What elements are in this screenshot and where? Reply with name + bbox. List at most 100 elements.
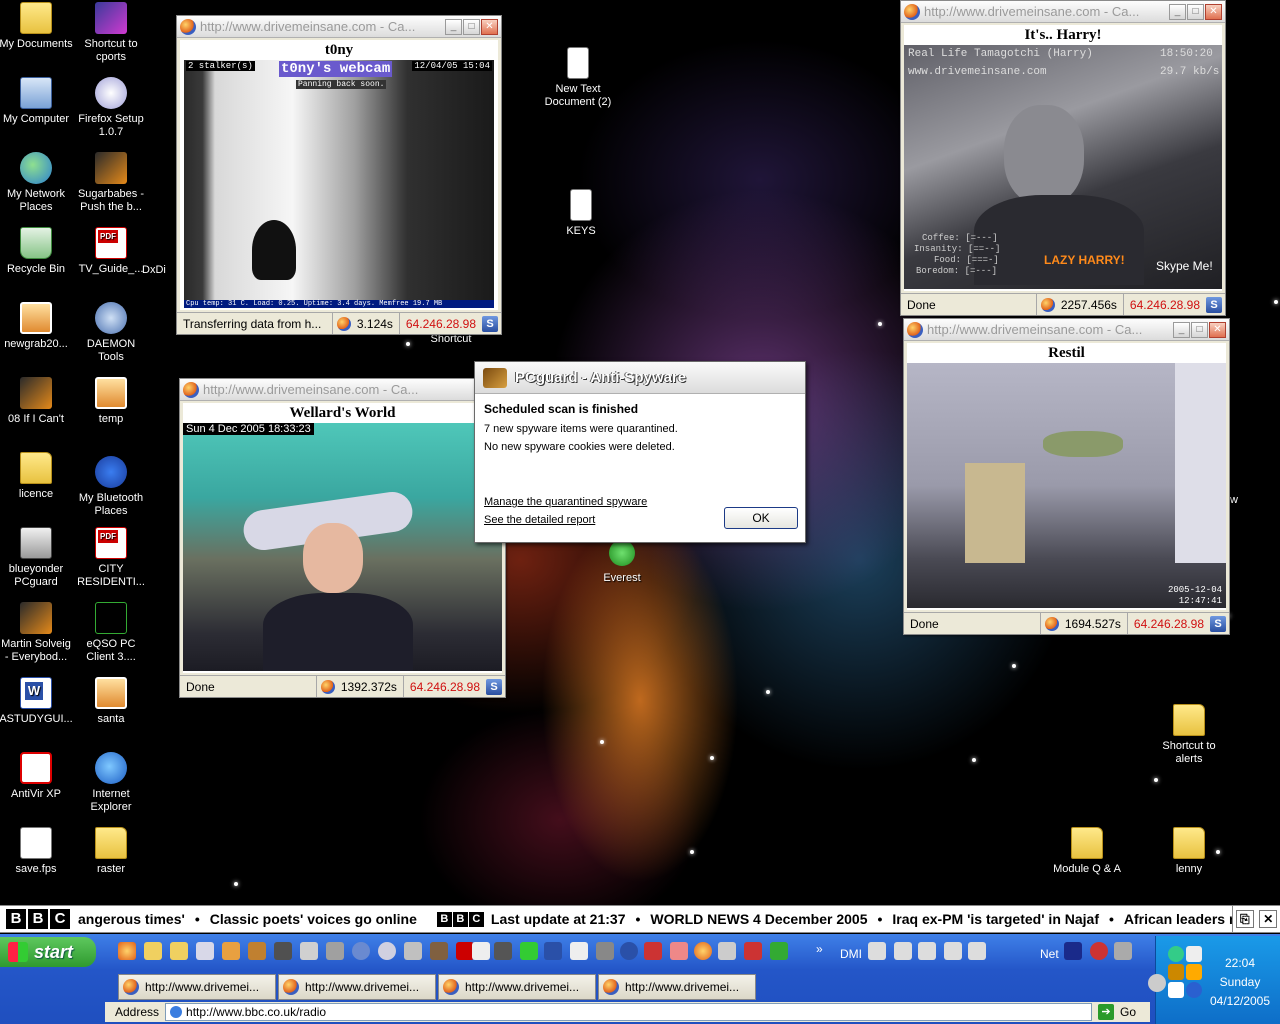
start-button[interactable]: start: [0, 937, 96, 967]
dmi-item-icon[interactable]: [894, 942, 912, 960]
quicklaunch-word-icon[interactable]: [544, 942, 562, 960]
desktop-icon-daemon-tools[interactable]: DAEMON Tools: [73, 302, 149, 364]
desktop-icon-raster[interactable]: raster: [73, 827, 149, 876]
quicklaunch-app-icon[interactable]: [300, 942, 318, 960]
detailed-report-link[interactable]: See the detailed report: [484, 514, 595, 526]
tray-app-icon[interactable]: [1168, 982, 1184, 998]
go-button[interactable]: ➔ Go: [1092, 1004, 1150, 1020]
desktop-icon-08-if-i-cant[interactable]: 08 If I Can't: [0, 377, 74, 426]
desktop-icon-temp[interactable]: temp: [73, 377, 149, 426]
quicklaunch-app-icon[interactable]: [404, 942, 422, 960]
desktop-icon-my-computer[interactable]: My Computer: [0, 77, 74, 126]
quicklaunch-firefox-icon[interactable]: [694, 942, 712, 960]
quicklaunch-folder-icon[interactable]: [144, 942, 162, 960]
bbc-news-ticker[interactable]: BBC angerous times' • Classic poets' voi…: [0, 905, 1280, 933]
taskbar-button-firefox[interactable]: http://www.drivemei...: [598, 974, 756, 1000]
desktop-icon-city-residenti[interactable]: CITY RESIDENTI...: [73, 527, 149, 589]
dialog-header[interactable]: PCguard - Anti-Spyware: [475, 362, 805, 394]
tray-bluetooth-icon[interactable]: [1186, 982, 1202, 998]
quicklaunch-app-icon[interactable]: [744, 942, 762, 960]
desktop-icon-save-fps[interactable]: save.fps: [0, 827, 74, 876]
address-input[interactable]: http://www.bbc.co.uk/radio: [165, 1003, 1092, 1021]
quicklaunch-app-icon[interactable]: [494, 942, 512, 960]
minimize-button[interactable]: _: [445, 18, 462, 35]
desktop-icon-internet-explorer[interactable]: Internet Explorer: [73, 752, 149, 814]
quicklaunch-app-icon[interactable]: [248, 942, 266, 960]
title-bar[interactable]: http://www.drivemeinsane.com - Ca... _: [180, 379, 505, 401]
maximize-button[interactable]: □: [463, 18, 480, 35]
taskbar-button-firefox[interactable]: http://www.drivemei...: [438, 974, 596, 1000]
desktop-icon-everest[interactable]: Everest: [584, 540, 660, 585]
quicklaunch-app-icon[interactable]: [430, 942, 448, 960]
clock[interactable]: 22:04 Sunday 04/12/2005: [1204, 954, 1276, 1011]
chevron-right-icon[interactable]: »: [816, 942, 823, 956]
taskbar-button-firefox[interactable]: http://www.drivemei...: [278, 974, 436, 1000]
quicklaunch-app-icon[interactable]: [596, 942, 614, 960]
ticker-options-icon[interactable]: ⎘: [1235, 910, 1254, 928]
close-button[interactable]: ✕: [1205, 3, 1222, 20]
maximize-button[interactable]: □: [1191, 321, 1208, 338]
close-button[interactable]: ✕: [481, 18, 498, 35]
net-item-icon[interactable]: [1090, 942, 1108, 960]
s-icon[interactable]: S: [1206, 296, 1222, 313]
browser-window-t0ny[interactable]: http://www.drivemeinsane.com - Ca... _ □…: [176, 15, 502, 335]
tray-expand-icon[interactable]: [1148, 974, 1166, 992]
title-bar[interactable]: http://www.drivemeinsane.com - Ca... _ □…: [901, 1, 1225, 23]
desktop-icon-pcguard[interactable]: blueyonder PCguard: [0, 527, 74, 589]
ok-button[interactable]: OK: [724, 507, 798, 529]
tray-app-icon[interactable]: [1168, 964, 1184, 980]
manage-quarantine-link[interactable]: Manage the quarantined spyware: [484, 496, 647, 508]
quicklaunch-app-icon[interactable]: [570, 942, 588, 960]
desktop-icon-lenny[interactable]: lenny: [1151, 827, 1227, 876]
browser-window-wellards-world[interactable]: http://www.drivemeinsane.com - Ca... _ W…: [179, 378, 506, 698]
quicklaunch-media-icon[interactable]: [620, 942, 638, 960]
net-item-icon[interactable]: [1064, 942, 1082, 960]
desktop-icon-cports[interactable]: Shortcut to cports: [73, 2, 149, 64]
desktop-icon-martin-solveig[interactable]: Martin Solveig - Everybod...: [0, 602, 74, 664]
quicklaunch-binary-icon[interactable]: [644, 942, 662, 960]
desktop-icon-eqso[interactable]: eQSO PC Client 3....: [73, 602, 149, 664]
title-bar[interactable]: http://www.drivemeinsane.com - Ca... _ □…: [177, 16, 501, 38]
taskbar-button-firefox[interactable]: http://www.drivemei...: [118, 974, 276, 1000]
desktop-icon-new-text-document[interactable]: New Text Document (2): [540, 47, 616, 109]
quicklaunch-app-icon[interactable]: [718, 942, 736, 960]
dmi-item-icon[interactable]: [918, 942, 936, 960]
quicklaunch-globe-icon[interactable]: [352, 942, 370, 960]
close-button[interactable]: ✕: [1209, 321, 1226, 338]
quicklaunch-folder-icon[interactable]: [170, 942, 188, 960]
tray-monitor-icon[interactable]: [1186, 946, 1202, 962]
quicklaunch-user-icon[interactable]: [378, 942, 396, 960]
s-icon[interactable]: S: [482, 315, 498, 332]
title-bar[interactable]: http://www.drivemeinsane.com - Ca... _ □…: [904, 319, 1229, 341]
dmi-item-icon[interactable]: [968, 942, 986, 960]
browser-window-restil[interactable]: http://www.drivemeinsane.com - Ca... _ □…: [903, 318, 1230, 635]
minimize-button[interactable]: _: [1169, 3, 1186, 20]
desktop-icon-keys[interactable]: KEYS: [543, 189, 619, 238]
s-icon[interactable]: S: [486, 678, 502, 695]
desktop-icon-sugarbabes[interactable]: Sugarbabes - Push the b...: [73, 152, 149, 214]
s-icon[interactable]: S: [1210, 615, 1226, 632]
desktop-icon-newgrab[interactable]: newgrab20...: [0, 302, 74, 351]
quicklaunch-app-icon[interactable]: [770, 942, 788, 960]
desktop-icon-my-documents[interactable]: My Documents: [0, 2, 74, 51]
quicklaunch-app-icon[interactable]: [472, 942, 490, 960]
net-item-icon[interactable]: [1114, 942, 1132, 960]
quicklaunch-app-icon[interactable]: [670, 942, 688, 960]
dmi-item-icon[interactable]: [944, 942, 962, 960]
desktop-icon-licence[interactable]: licence: [0, 452, 74, 501]
pcguard-dialog[interactable]: PCguard - Anti-Spyware Scheduled scan is…: [474, 361, 806, 543]
tray-app-icon[interactable]: [1186, 964, 1202, 980]
quicklaunch-app-icon[interactable]: [520, 942, 538, 960]
quicklaunch-app-icon[interactable]: [326, 942, 344, 960]
maximize-button[interactable]: □: [1187, 3, 1204, 20]
tray-network-icon[interactable]: [1168, 946, 1184, 962]
desktop-icon-tv-guide[interactable]: TV_Guide_...: [73, 227, 149, 276]
desktop-icon-shortcut-alerts[interactable]: Shortcut to alerts: [1151, 704, 1227, 766]
desktop-icon-antivir[interactable]: AntiVir XP: [0, 752, 74, 801]
browser-window-harry[interactable]: http://www.drivemeinsane.com - Ca... _ □…: [900, 0, 1226, 316]
quicklaunch-firefox-icon[interactable]: [118, 942, 136, 960]
desktop-icon-bluetooth[interactable]: My Bluetooth Places: [73, 456, 149, 518]
dmi-item-icon[interactable]: [868, 942, 886, 960]
desktop-icon-santa[interactable]: santa: [73, 677, 149, 726]
desktop-icon-recycle-bin[interactable]: Recycle Bin: [0, 227, 74, 276]
